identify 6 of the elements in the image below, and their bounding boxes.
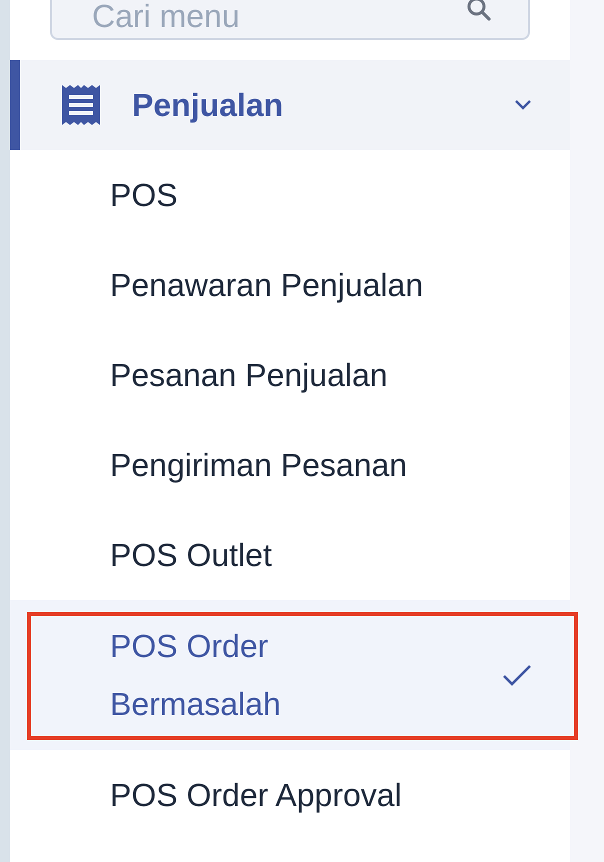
menu-group-header[interactable]: Penjualan	[10, 60, 570, 150]
receipt-icon	[62, 85, 100, 125]
checkmark-icon	[502, 664, 532, 686]
search-field[interactable]: Cari menu	[50, 0, 530, 40]
menu-item[interactable]: POS Order Bermasalah	[10, 600, 570, 750]
chevron-down-icon	[514, 99, 532, 111]
